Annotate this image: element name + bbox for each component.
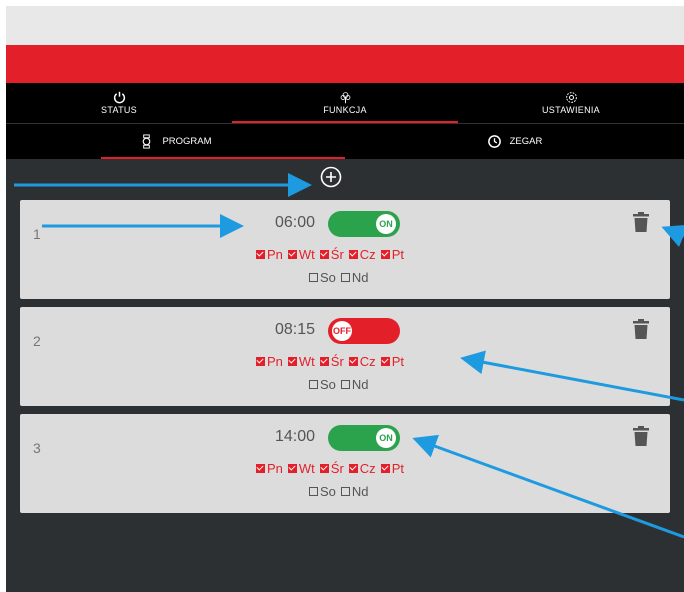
program-time[interactable]: 08:15 xyxy=(275,321,315,339)
day-checkbox-pt[interactable]: Pt xyxy=(380,247,404,262)
day-checkbox-pn[interactable]: Pn xyxy=(256,354,283,369)
tab-status[interactable]: STATUS xyxy=(6,83,232,123)
day-checkbox-wt[interactable]: Wt xyxy=(287,247,315,262)
toggle-knob: ON xyxy=(376,428,396,448)
day-checkbox-cz[interactable]: Cz xyxy=(348,461,376,476)
day-checkbox-pn[interactable]: Pn xyxy=(256,461,283,476)
day-checkbox-sr[interactable]: Śr xyxy=(319,247,344,262)
sub-nav: PROGRAM ZEGAR xyxy=(6,123,684,159)
weekday-row: Pn Wt Śr Cz Pt xyxy=(256,354,404,369)
day-checkbox-wt[interactable]: Wt xyxy=(287,354,315,369)
tab-funkcja[interactable]: FUNKCJA xyxy=(232,83,458,123)
add-program-button[interactable] xyxy=(320,166,342,188)
program-index: 1 xyxy=(33,226,41,242)
program-card-1: 1 06:00 ON Pn Wt Śr Cz Pt So Nd xyxy=(20,200,670,299)
day-checkbox-sr[interactable]: Śr xyxy=(319,354,344,369)
program-toggle[interactable]: ON xyxy=(328,211,400,237)
toggle-knob: OFF xyxy=(332,321,352,341)
program-index: 3 xyxy=(33,440,41,456)
tab-funkcja-label: FUNKCJA xyxy=(323,105,367,115)
day-checkbox-wt[interactable]: Wt xyxy=(287,461,315,476)
app-frame: STATUS FUNKCJA USTAWIENIA PROGRAM ZEGAR … xyxy=(6,6,684,592)
tab-program-label: PROGRAM xyxy=(162,136,212,147)
tree-icon xyxy=(340,92,350,104)
day-checkbox-so[interactable]: So xyxy=(309,484,336,499)
weekend-row: So Nd xyxy=(309,484,369,499)
day-checkbox-so[interactable]: So xyxy=(309,270,336,285)
trash-icon[interactable] xyxy=(633,212,649,232)
day-checkbox-sr[interactable]: Śr xyxy=(319,461,344,476)
weekday-row: Pn Wt Śr Cz Pt xyxy=(256,247,404,262)
tab-ustawienia-label: USTAWIENIA xyxy=(541,105,600,115)
day-checkbox-pt[interactable]: Pt xyxy=(380,354,404,369)
program-time[interactable]: 06:00 xyxy=(275,214,315,232)
toggle-knob: ON xyxy=(376,214,396,234)
program-card-2: 2 08:15 OFF Pn Wt Śr Cz Pt So Nd xyxy=(20,307,670,406)
weekend-row: So Nd xyxy=(309,377,369,392)
trash-icon[interactable] xyxy=(633,319,649,339)
program-index: 2 xyxy=(33,333,41,349)
tab-zegar[interactable]: ZEGAR xyxy=(345,124,684,159)
day-checkbox-pn[interactable]: Pn xyxy=(256,247,283,262)
program-toggle[interactable]: ON xyxy=(328,425,400,451)
clock-icon xyxy=(487,135,501,148)
day-checkbox-cz[interactable]: Cz xyxy=(348,354,376,369)
program-toggle[interactable]: OFF xyxy=(328,318,400,344)
day-checkbox-so[interactable]: So xyxy=(309,377,336,392)
day-checkbox-cz[interactable]: Cz xyxy=(348,247,376,262)
power-icon xyxy=(113,91,125,104)
tab-program[interactable]: PROGRAM xyxy=(6,124,345,159)
main-nav: STATUS FUNKCJA USTAWIENIA xyxy=(6,83,684,123)
day-checkbox-nd[interactable]: Nd xyxy=(340,270,369,285)
tab-zegar-label: ZEGAR xyxy=(509,136,543,147)
watch-icon xyxy=(143,134,151,149)
top-bar xyxy=(6,6,684,45)
day-checkbox-nd[interactable]: Nd xyxy=(340,484,369,499)
program-card-3: 3 14:00 ON Pn Wt Śr Cz Pt So Nd xyxy=(20,414,670,513)
weekend-row: So Nd xyxy=(309,270,369,285)
tab-status-label: STATUS xyxy=(101,105,137,115)
weekday-row: Pn Wt Śr Cz Pt xyxy=(256,461,404,476)
day-checkbox-pt[interactable]: Pt xyxy=(380,461,404,476)
header-banner xyxy=(6,45,684,83)
trash-icon[interactable] xyxy=(633,426,649,446)
day-checkbox-nd[interactable]: Nd xyxy=(340,377,369,392)
gear-icon xyxy=(565,92,577,103)
program-time[interactable]: 14:00 xyxy=(275,428,315,446)
tab-ustawienia[interactable]: USTAWIENIA xyxy=(458,83,684,123)
